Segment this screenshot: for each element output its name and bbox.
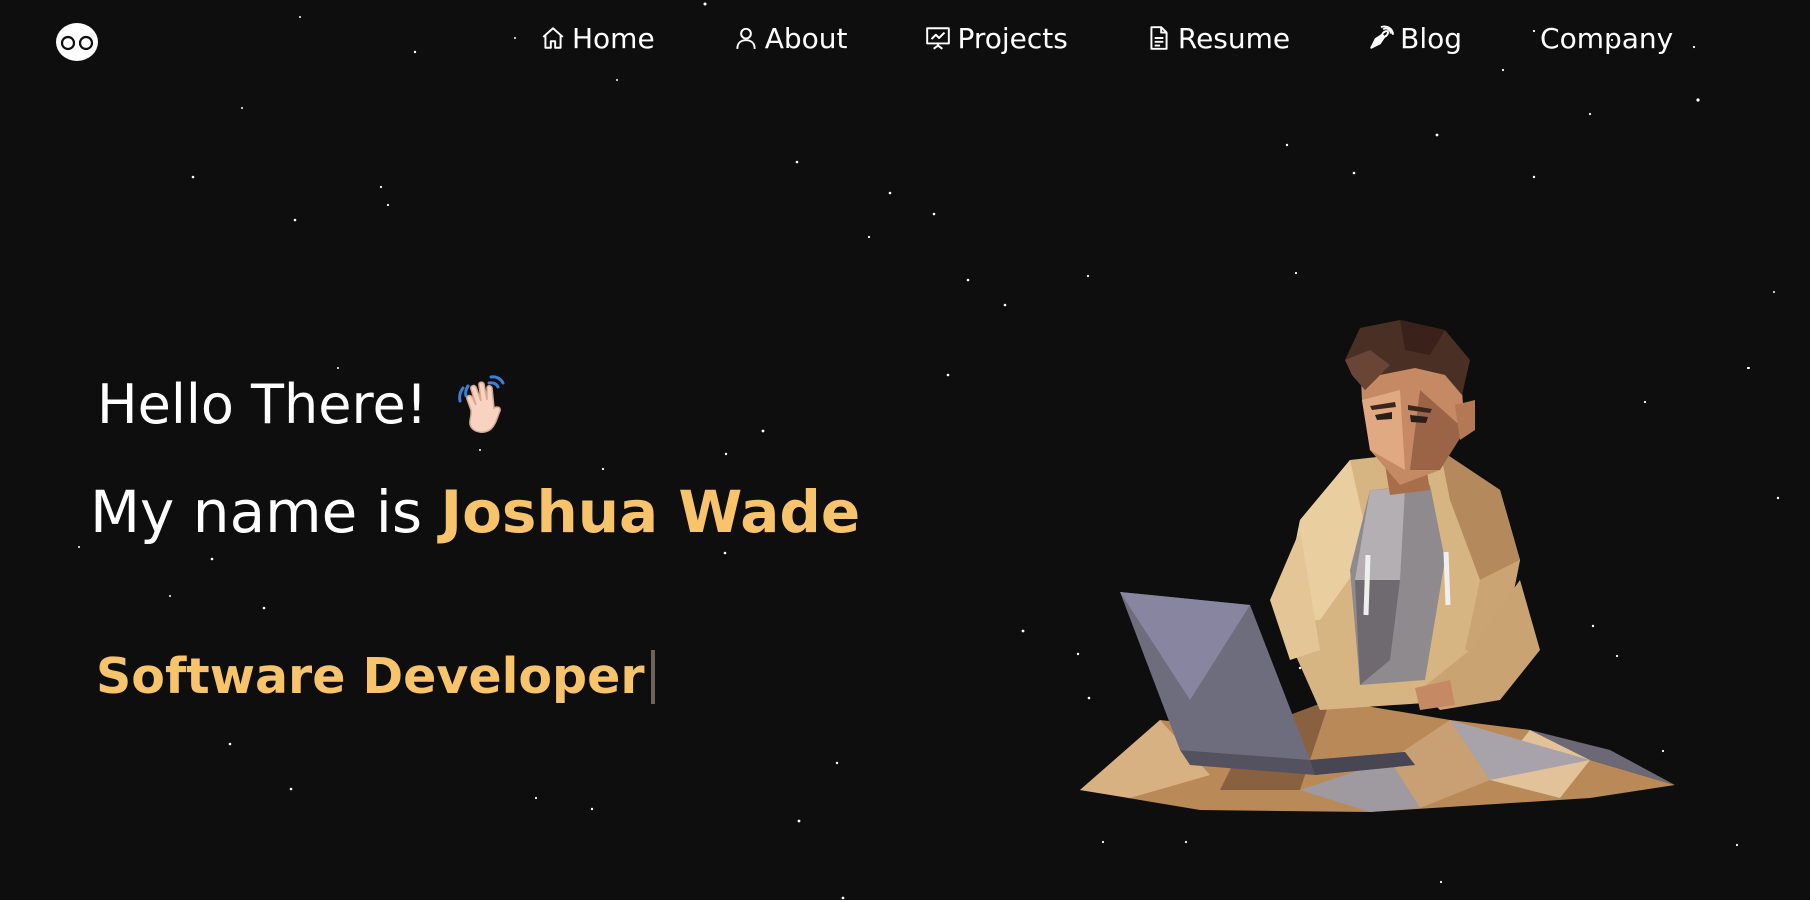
home-icon: [542, 27, 564, 49]
nav-item-blog[interactable]: Blog: [1368, 22, 1462, 55]
nav-item-home[interactable]: Home: [540, 22, 655, 55]
owl-eyes-logo-icon[interactable]: [55, 22, 99, 62]
presentation-chart-icon: [926, 27, 951, 50]
nav-item-label: Blog: [1400, 21, 1463, 55]
hero-name: Joshua Wade: [440, 478, 861, 546]
nav-item-label: About: [764, 21, 848, 55]
typing-cursor: [650, 649, 655, 704]
name-prefix: My name is: [90, 478, 441, 546]
hero-name-line: My name is Joshua Wade: [90, 478, 860, 546]
nav-item-resume[interactable]: Resume: [1146, 22, 1290, 55]
developer-with-laptop-illustration: [1080, 320, 1675, 812]
waving-hand-icon: [458, 375, 505, 433]
nav-item-label: Projects: [957, 21, 1068, 55]
user-icon: [736, 27, 756, 49]
nav-item-about[interactable]: About: [733, 21, 848, 55]
nav-links: Home About Projects Resume Blog Company: [540, 14, 1673, 62]
hero-greeting: Hello There!: [97, 372, 517, 436]
document-icon: [1150, 26, 1168, 50]
nav-item-company[interactable]: Company: [1540, 22, 1673, 55]
pen-nib-icon: [1370, 25, 1395, 49]
top-navbar: Home About Projects Resume Blog Company: [0, 0, 1810, 75]
nav-item-label: Resume: [1177, 21, 1291, 55]
nav-item-label: Company: [1540, 21, 1674, 55]
portfolio-page: Home About Projects Resume Blog Company …: [0, 0, 1810, 900]
nav-item-projects[interactable]: Projects: [925, 21, 1068, 55]
role-text: Software Developer: [96, 648, 645, 705]
greeting-text: Hello There!: [97, 372, 428, 436]
nav-item-label: Home: [572, 21, 655, 55]
hero-role: Software Developer: [96, 648, 655, 705]
